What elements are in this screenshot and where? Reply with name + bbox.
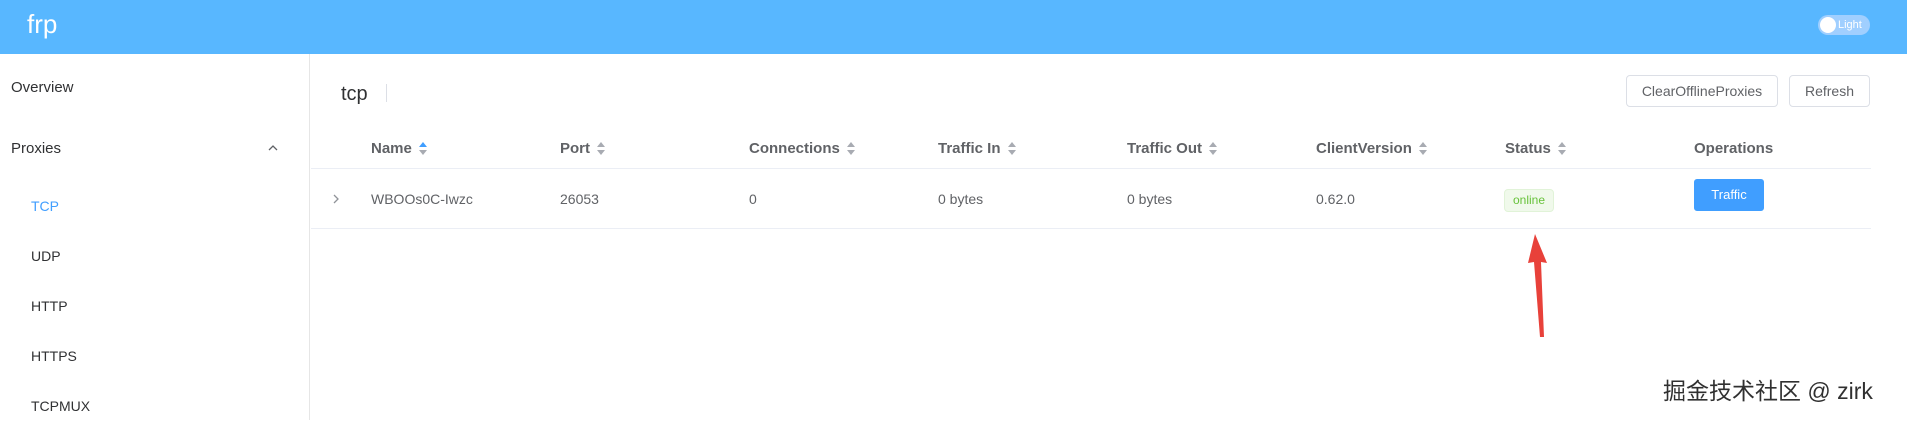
column-header-connections[interactable]: Connections [749, 140, 856, 158]
sidebar-item-label: Overview [11, 79, 74, 96]
column-header-label: Traffic In [938, 140, 1001, 157]
table-header: Name Port Connections Traffic In Traffic… [311, 129, 1871, 169]
sort-icon[interactable] [1007, 142, 1017, 156]
theme-toggle[interactable]: Light [1818, 15, 1870, 35]
sidebar-item-udp[interactable]: UDP [0, 236, 309, 276]
sort-icon[interactable] [1208, 142, 1218, 156]
column-header-port[interactable]: Port [560, 140, 606, 158]
sort-icon[interactable] [596, 142, 606, 156]
watermark: 掘金技术社区 @ zirk [1663, 378, 1873, 404]
sort-icon[interactable] [1557, 142, 1567, 156]
sidebar-item-tcp[interactable]: TCP [0, 186, 309, 226]
sort-icon[interactable] [1418, 142, 1428, 156]
sort-icon[interactable] [418, 142, 428, 156]
refresh-button[interactable]: Refresh [1789, 75, 1870, 107]
column-header-status[interactable]: Status [1505, 140, 1567, 158]
column-header-operations: Operations [1694, 140, 1773, 158]
chevron-right-icon[interactable] [330, 192, 342, 206]
brand-logo[interactable]: frp [27, 9, 57, 39]
traffic-button[interactable]: Traffic [1694, 179, 1764, 211]
sidebar-item-overview[interactable]: Overview [0, 68, 309, 108]
cell-connections: 0 [749, 191, 757, 207]
column-header-label: Traffic Out [1127, 140, 1203, 157]
sidebar-item-label: HTTPS [31, 348, 77, 364]
sidebar-item-tcpmux[interactable]: TCPMUX [0, 386, 309, 426]
column-header-label: Connections [749, 140, 840, 157]
column-header-label: Operations [1694, 140, 1774, 157]
theme-toggle-label: Light [1838, 19, 1862, 31]
sidebar-item-label: UDP [31, 248, 61, 264]
main-content: tcp ClearOfflineProxies Refresh Name Por… [311, 54, 1907, 420]
cell-client-version: 0.62.0 [1316, 191, 1355, 207]
cell-traffic-out: 0 bytes [1127, 191, 1173, 207]
sidebar-item-proxies[interactable]: Proxies [0, 129, 309, 169]
page-title: tcp [341, 83, 368, 105]
sidebar-item-label: Proxies [11, 140, 62, 157]
sidebar-item-http[interactable]: HTTP [0, 286, 309, 326]
chevron-up-icon [268, 145, 278, 151]
column-header-name[interactable]: Name [371, 140, 428, 158]
title-divider [386, 84, 387, 102]
sidebar-item-label: TCPMUX [31, 398, 91, 414]
sidebar-item-label: HTTP [31, 298, 68, 314]
column-header-traffic-in[interactable]: Traffic In [938, 140, 1017, 158]
column-header-label: Status [1505, 140, 1551, 157]
cell-traffic-in: 0 bytes [938, 191, 984, 207]
cell-name: WBOOs0C-Iwzc [371, 191, 473, 207]
column-header-traffic-out[interactable]: Traffic Out [1127, 140, 1218, 158]
sidebar-item-label: TCP [31, 198, 59, 214]
sidebar-item-https[interactable]: HTTPS [0, 336, 309, 376]
clear-offline-proxies-button[interactable]: ClearOfflineProxies [1626, 75, 1778, 107]
column-header-client-version[interactable]: ClientVersion [1316, 140, 1428, 158]
column-header-label: Port [560, 140, 590, 157]
table-row: WBOOs0C-Iwzc 26053 0 0 bytes 0 bytes 0.6… [311, 170, 1871, 229]
cell-port: 26053 [560, 191, 599, 207]
status-tag: online [1504, 189, 1555, 212]
sort-icon[interactable] [846, 142, 856, 156]
column-header-label: ClientVersion [1316, 140, 1412, 157]
column-header-label: Name [371, 140, 412, 157]
sidebar: Overview Proxies TCP UDP HTTP HTTPS TCPM… [0, 54, 310, 420]
app-header: frp Light [0, 0, 1907, 54]
toggle-knob [1820, 17, 1836, 33]
